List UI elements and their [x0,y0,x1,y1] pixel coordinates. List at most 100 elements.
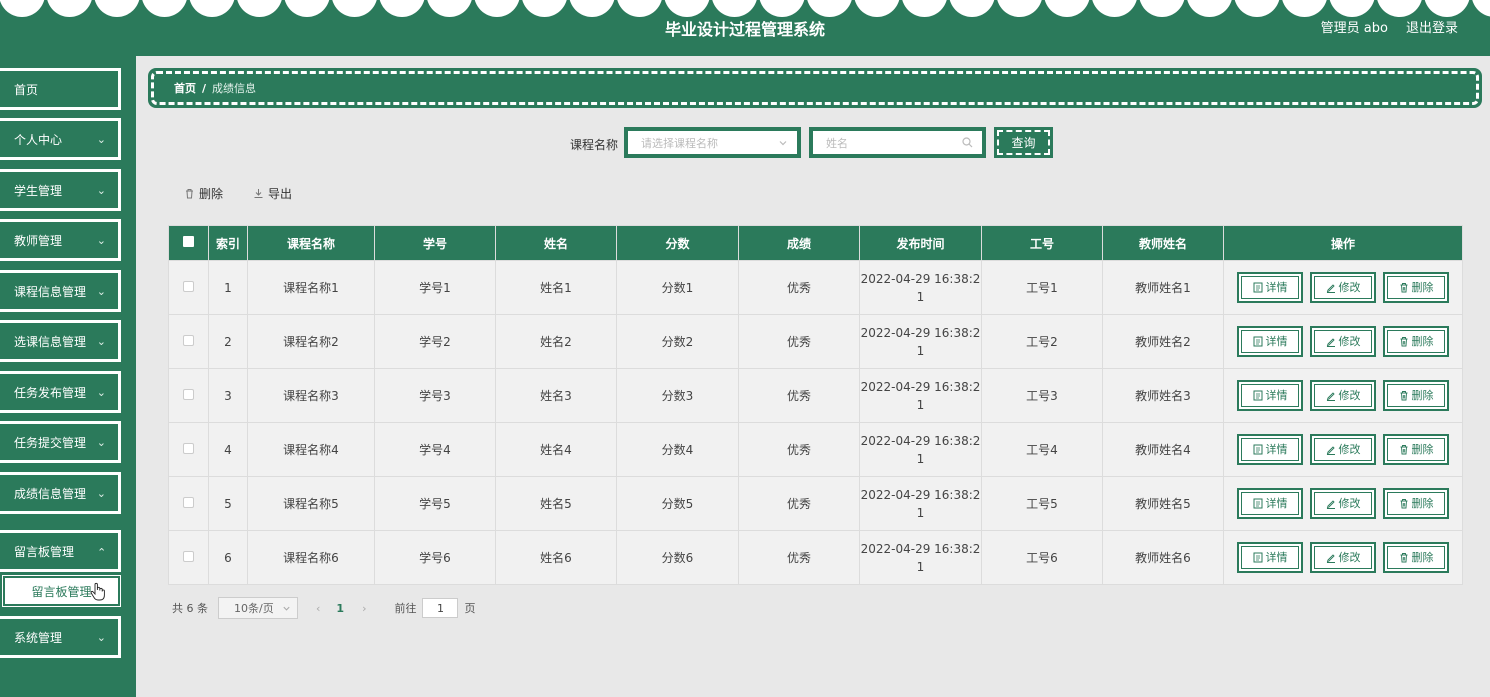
page-number[interactable]: 1 [336,602,344,615]
sidebar-item[interactable]: 学生管理 ⌄ [0,169,121,211]
edit-icon [1326,336,1336,347]
cell-student_no: 学号4 [374,422,496,477]
publish-time-line1: 2022-04-29 16:38:2 [860,433,981,448]
detail-button[interactable]: 详情 [1237,434,1303,465]
table-row[interactable]: 6 课程名称6 学号6 姓名6 分数6 优秀 2022-04-29 16:38:2 1 工号6 教… [168,530,1463,585]
batch-delete-button[interactable]: 删除 [184,185,223,202]
scallop [1377,0,1422,17]
course-name-select[interactable]: 请选择课程名称 [624,127,801,158]
row-checkbox[interactable] [183,280,194,292]
current-user[interactable]: 管理员 abo [1321,17,1388,36]
publish-time-line1: 2022-04-29 16:38:2 [860,487,981,502]
cell-name: 姓名5 [495,476,617,531]
goto-page-input[interactable]: 1 [422,598,459,618]
column-header: 学号 [374,225,496,261]
table-row[interactable]: 4 课程名称4 学号4 姓名4 分数4 优秀 2022-04-29 16:38:2 1 工号4 教… [168,422,1463,477]
breadcrumb-home[interactable]: 首页 [174,80,196,96]
trash-icon [1399,444,1409,455]
delete-button[interactable]: 删除 [1383,488,1449,519]
cell-course: 课程名称5 [247,476,375,531]
sidebar-item[interactable]: 教师管理 ⌄ [0,219,121,261]
delete-button[interactable]: 删除 [1383,326,1449,357]
goto-label: 前往 [394,602,417,615]
download-icon [254,189,263,198]
detail-button[interactable]: 详情 [1237,326,1303,357]
batch-delete-label: 删除 [199,187,224,201]
detail-button[interactable]: 详情 [1237,542,1303,573]
publish-time-line2: 1 [916,289,925,304]
sidebar-item[interactable]: 首页 [0,68,121,110]
row-checkbox[interactable] [183,334,194,346]
scallop [1044,0,1090,17]
detail-button[interactable]: 详情 [1237,488,1303,519]
sidebar-item-label: 任务提交管理 [14,435,87,450]
table-row[interactable]: 5 课程名称5 学号5 姓名5 分数5 优秀 2022-04-29 16:38:2 1 工号5 教… [168,476,1463,531]
trash-icon [186,189,193,199]
sidebar-item-label: 教师管理 [14,233,63,248]
export-button[interactable]: 导出 [253,185,292,202]
prev-page-button[interactable]: ‹ [316,602,320,615]
sidebar-item[interactable]: 系统管理 ⌄ [0,616,121,658]
cell-score: 分数5 [616,476,739,531]
row-checkbox[interactable] [183,442,194,454]
sidebar-item[interactable]: 任务提交管理 ⌄ [0,421,121,463]
edit-label: 修改 [1338,550,1361,564]
sidebar-item-label: 选课信息管理 [14,334,87,349]
edit-button[interactable]: 修改 [1310,272,1376,303]
cell-emp-no: 工号3 [981,368,1103,423]
page-size-select[interactable]: 10条/页 [218,597,298,619]
detail-button[interactable]: 详情 [1237,380,1303,411]
edit-button[interactable]: 修改 [1310,434,1376,465]
document-icon [1253,444,1263,455]
scallop [1139,0,1185,17]
breadcrumb-current: 成绩信息 [212,82,257,95]
detail-button[interactable]: 详情 [1237,272,1303,303]
scallop [1424,0,1470,17]
row-select-cell [168,476,209,531]
edit-button[interactable]: 修改 [1310,326,1376,357]
name-search-input[interactable]: 姓名 [809,127,986,158]
table-row[interactable]: 2 课程名称2 学号2 姓名2 分数2 优秀 2022-04-29 16:38:2 1 工号2 教… [168,314,1463,369]
sidebar-item[interactable]: 选课信息管理 ⌄ [0,320,121,362]
sidebar-item[interactable]: 成绩信息管理 ⌄ [0,472,121,514]
scallop [1234,0,1280,17]
logout-link[interactable]: 退出登录 [1406,17,1458,36]
table-row[interactable]: 3 课程名称3 学号3 姓名3 分数3 优秀 2022-04-29 16:38:2 1 工号3 教… [168,368,1463,423]
cell-grade: 优秀 [738,260,860,315]
sidebar-item[interactable]: 任务发布管理 ⌄ [0,371,121,413]
select-all-checkbox[interactable] [183,236,194,247]
row-checkbox[interactable] [183,550,194,562]
scallop [142,0,187,17]
delete-label: 删除 [1411,442,1434,456]
breadcrumb-inner: 首页 / 成绩信息 [151,71,1479,105]
cell-teacher: 教师姓名4 [1102,422,1224,477]
next-page-button[interactable]: › [362,602,366,615]
detail-label: 详情 [1265,442,1288,456]
scallop [1282,0,1327,17]
cell-actions: 详情 修改 删除 [1223,314,1463,369]
sidebar-item[interactable]: 课程信息管理 ⌄ [0,270,121,312]
delete-button[interactable]: 删除 [1383,380,1449,411]
table-header-row: 索引 课程名称 学号 姓名 分数 成绩 发布时间 工号 教师姓名 操作 [168,225,1463,261]
delete-button[interactable]: 删除 [1383,542,1449,573]
edit-label: 修改 [1338,280,1361,294]
scallop [427,0,472,17]
cell-score: 分数3 [616,368,739,423]
row-checkbox[interactable] [183,496,194,508]
query-button[interactable]: 查询 [994,127,1053,158]
cell-name: 姓名4 [495,422,617,477]
edit-button[interactable]: 修改 [1310,380,1376,411]
publish-time-line1: 2022-04-29 16:38:2 [860,271,981,286]
column-header: 索引 [208,225,248,261]
table-row[interactable]: 1 课程名称1 学号1 姓名1 分数1 优秀 2022-04-29 16:38:2 1 工号1 教… [168,260,1463,315]
edit-button[interactable]: 修改 [1310,542,1376,573]
row-checkbox[interactable] [183,388,194,400]
delete-button[interactable]: 删除 [1383,434,1449,465]
edit-button[interactable]: 修改 [1310,488,1376,519]
cell-actions: 详情 修改 删除 [1223,530,1463,585]
delete-button[interactable]: 删除 [1383,272,1449,303]
scallop [854,0,900,17]
scallop [474,0,520,17]
sidebar-item[interactable]: 留言板管理 ⌄ [0,530,121,572]
sidebar-item[interactable]: 个人中心 ⌄ [0,118,121,160]
